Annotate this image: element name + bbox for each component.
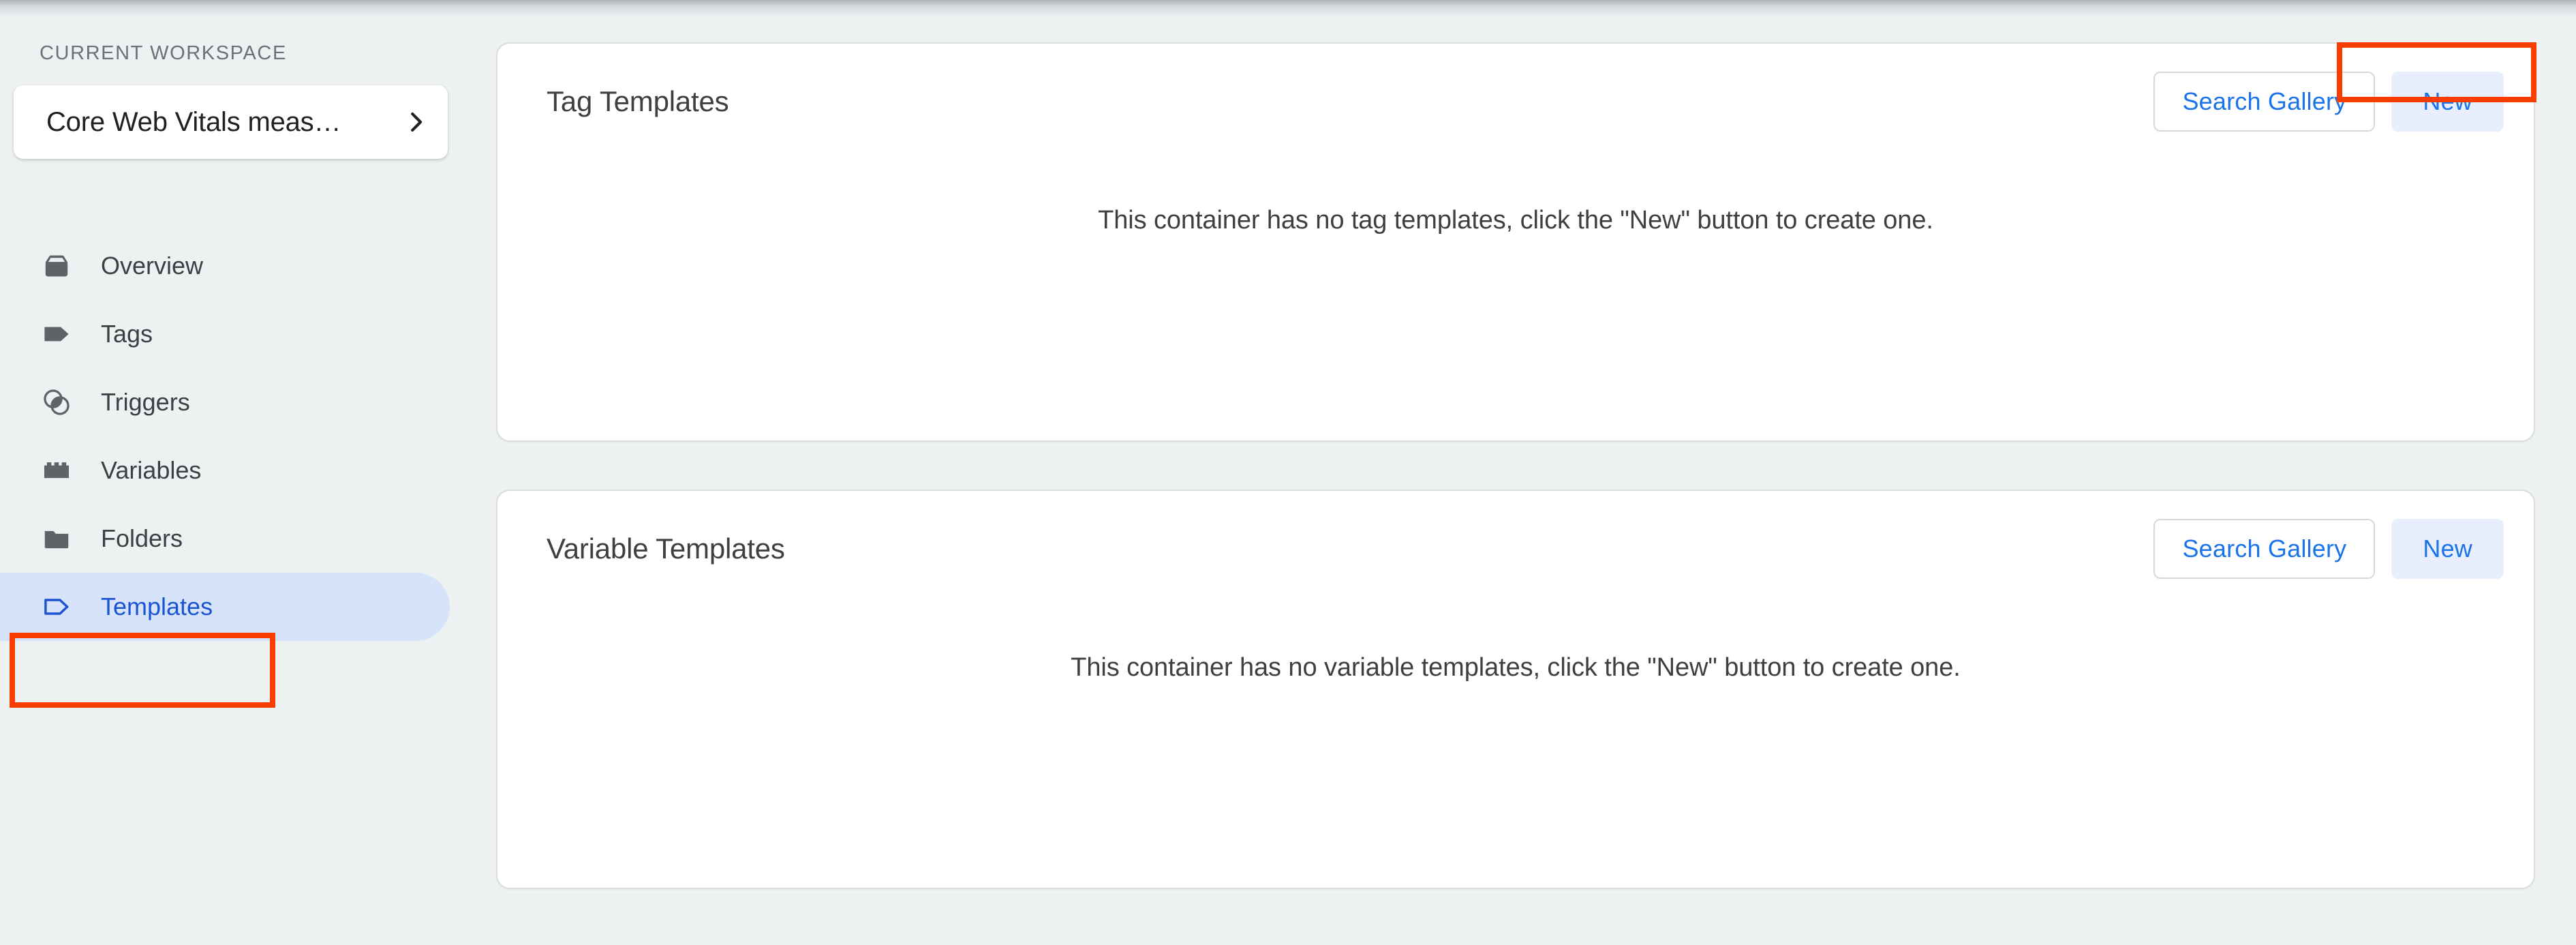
tag-templates-title: Tag Templates [547,85,729,117]
variable-templates-new-button[interactable]: New [2391,519,2504,579]
variable-templates-title: Variable Templates [547,532,785,565]
variable-templates-card: Variable Templates Search Gallery New Th… [496,490,2535,889]
tag-templates-empty-message: This container has no tag templates, cli… [1098,206,1933,235]
tag-templates-search-gallery-button[interactable]: Search Gallery [2153,72,2376,132]
chevron-right-icon [404,110,427,134]
tag-templates-actions: Search Gallery New [2153,72,2504,132]
tag-templates-new-button[interactable]: New [2391,72,2504,132]
sidebar-item-label: Overview [101,252,204,280]
variable-templates-actions: Search Gallery New [2153,519,2504,579]
tag-icon [41,318,72,350]
overlapping-circles-icon [41,387,72,418]
variable-templates-search-gallery-button[interactable]: Search Gallery [2153,519,2376,579]
sidebar-item-label: Triggers [101,388,190,416]
sidebar-nav: Overview Tags Triggers Variables Folders… [0,232,477,641]
variable-templates-empty-message: This container has no variable templates… [1071,653,1961,682]
sidebar-item-triggers[interactable]: Triggers [0,368,450,436]
folder-icon [41,523,72,554]
workspace-selector[interactable]: Core Web Vitals meas… [14,85,448,159]
workspace-name: Core Web Vitals meas… [46,106,341,137]
sidebar-item-label: Templates [101,592,213,620]
sidebar-item-variables[interactable]: Variables [0,436,450,505]
tag-templates-header: Tag Templates Search Gallery New [497,44,2534,160]
sidebar-item-label: Variables [101,456,202,484]
brick-icon [41,455,72,486]
sidebar-item-folders[interactable]: Folders [0,505,450,573]
sidebar-item-label: Folders [101,524,183,552]
sidebar-item-templates[interactable]: Templates [0,573,450,641]
tag-outline-icon [41,591,72,622]
container-box-icon [41,250,72,282]
main-content: Tag Templates Search Gallery New This co… [477,0,2576,945]
sidebar-item-label: Tags [101,320,153,348]
variable-templates-header: Variable Templates Search Gallery New [497,491,2534,607]
sidebar-item-tags[interactable]: Tags [0,300,450,368]
current-workspace-label: CURRENT WORKSPACE [40,42,287,64]
sidebar-item-overview[interactable]: Overview [0,232,450,300]
tag-templates-card: Tag Templates Search Gallery New This co… [496,42,2535,442]
sidebar: CURRENT WORKSPACE Core Web Vitals meas… … [0,0,477,945]
